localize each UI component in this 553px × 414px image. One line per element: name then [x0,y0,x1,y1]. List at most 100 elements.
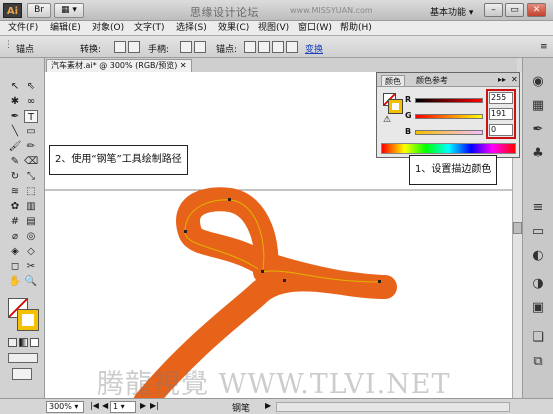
scroll-thumb[interactable] [513,222,522,234]
direct-selection-tool-icon[interactable]: ⇖ [24,80,38,93]
panel-close-icon[interactable]: ✕ [511,75,518,84]
scale-tool-icon[interactable]: ⤡ [24,170,38,183]
magic-wand-tool-icon[interactable]: ✱ [8,95,22,108]
close-tab-icon[interactable]: ✕ [180,61,187,70]
eyedropper-tool-icon[interactable]: ⌀ [8,230,22,243]
eraser-tool-icon[interactable]: ⌫ [24,155,38,168]
pen-tool-icon[interactable]: ✒ [8,110,22,123]
gradient-tool-icon[interactable]: ▤ [24,215,38,228]
menu-object[interactable]: 对象(O) [92,22,124,35]
panel-stroke-icon[interactable] [389,100,402,113]
gradient-mode-icon[interactable] [19,338,28,347]
prev-page-icon[interactable]: ◀ [102,401,108,410]
graph-tool-icon[interactable]: ▥ [24,200,38,213]
graphic-styles-icon[interactable]: ▣ [528,298,548,318]
status-menu-icon[interactable]: ▶ [265,401,271,410]
transform-link[interactable]: 变换 [305,42,323,55]
menu-help[interactable]: 帮助(H) [340,22,372,35]
channel-r-slider[interactable] [415,98,483,103]
slice-tool-icon[interactable]: ◇ [24,245,38,258]
panel-menu-icon[interactable]: ≡ [540,42,548,52]
menu-file[interactable]: 文件(F) [8,22,38,35]
transparency-icon[interactable]: ◐ [528,246,548,266]
drawing-mode-icon[interactable] [8,353,38,363]
brushes-icon[interactable]: ✒ [528,120,548,140]
stroke-swatch-icon[interactable] [18,310,38,330]
remove-anchor-icon[interactable] [244,41,256,53]
current-tool-label: 钢笔 [232,404,251,414]
anchor-point[interactable] [378,280,381,283]
live-paint-tool-icon[interactable]: ◈ [8,245,22,258]
blend-tool-icon[interactable]: ◎ [24,230,38,243]
symbol-sprayer-tool-icon[interactable]: ✿ [8,200,22,213]
screen-mode-icon[interactable] [12,368,32,380]
connect-anchor-icon[interactable] [258,41,270,53]
menu-select[interactable]: 选择(S) [176,22,207,35]
convert-smooth-icon[interactable] [128,41,140,53]
convert-corner-icon[interactable] [114,41,126,53]
color-spectrum[interactable] [381,143,516,154]
workspace-switcher[interactable]: 基本功能 ▾ [430,5,473,18]
type-tool-icon[interactable]: T [24,110,38,123]
document-tab-label: 汽车素材.ai* @ 300% (RGB/预览) [51,61,178,70]
paintbrush-tool-icon[interactable]: 🖌 [8,140,22,153]
menu-window[interactable]: 窗口(W) [298,22,332,35]
anchor-point[interactable] [228,198,231,201]
stroke-icon[interactable]: ≡ [528,198,548,218]
none-mode-icon[interactable] [30,338,39,347]
gradient-icon[interactable]: ▭ [528,222,548,242]
arrange-documents-button[interactable]: ▦ ▾ [54,3,84,18]
restore-button[interactable]: ▭ [505,3,524,17]
hide-handles-icon[interactable] [194,41,206,53]
line-tool-icon[interactable]: ╲ [8,125,22,138]
isolate-icon[interactable] [286,41,298,53]
symbols-icon[interactable]: ♣ [528,144,548,164]
next-page-icon[interactable]: ▶ [140,401,146,410]
artboards-icon[interactable]: ⧉ [528,352,548,372]
color-mode-icon[interactable] [8,338,17,347]
menu-type[interactable]: 文字(T) [134,22,165,35]
minimize-button[interactable]: – [484,3,503,17]
anchor-point[interactable] [184,230,187,233]
last-page-icon[interactable]: ▶| [150,401,159,410]
warp-tool-icon[interactable]: ≋ [8,185,22,198]
document-tab[interactable]: 汽车素材.ai* @ 300% (RGB/预览) ✕ [46,59,192,72]
menu-edit[interactable]: 编辑(E) [50,22,81,35]
rotate-tool-icon[interactable]: ↻ [8,170,22,183]
bridge-button[interactable]: Br [27,3,51,18]
channel-g-slider[interactable] [415,114,483,119]
scissors-tool-icon[interactable]: ✂ [24,260,38,273]
selection-tool-icon[interactable]: ↖ [8,80,22,93]
menu-view[interactable]: 视图(V) [258,22,289,35]
anchor-point[interactable] [283,279,286,282]
mesh-tool-icon[interactable]: # [8,215,22,228]
close-button[interactable]: ✕ [527,3,546,17]
lasso-tool-icon[interactable]: ∞ [24,95,38,108]
cut-path-icon[interactable] [272,41,284,53]
show-handles-icon[interactable] [180,41,192,53]
menu-effect[interactable]: 效果(C) [218,22,249,35]
blob-brush-tool-icon[interactable]: ✎ [8,155,22,168]
tab-color[interactable]: 颜色 [381,75,405,86]
layers-icon[interactable]: ❏ [528,328,548,348]
artboard-tool-icon[interactable]: ◻ [8,260,22,273]
anchor-point[interactable] [261,270,264,273]
tab-color-guide[interactable]: 颜色参考 [413,75,451,86]
hand-tool-icon[interactable]: ✋ [8,275,22,288]
horizontal-scrollbar[interactable] [276,402,510,412]
appearance-icon[interactable]: ◑ [528,274,548,294]
pencil-tool-icon[interactable]: ✏ [24,140,38,153]
swatches-icon[interactable]: ▦ [528,96,548,116]
channel-b-slider[interactable] [415,130,483,135]
zoom-field[interactable]: 300% ▾ [46,401,84,413]
first-page-icon[interactable]: |◀ [90,401,99,410]
app-logo: Ai [3,3,22,18]
color-panel-icon[interactable]: ◉ [528,72,548,92]
rectangle-tool-icon[interactable]: ▭ [24,125,38,138]
color-panel: 颜色 颜色参考 ▸▸ ✕ ⚠ R 255 G 191 B 0 [376,72,520,158]
page-field[interactable]: 1 ▾ [110,401,136,413]
zoom-tool-icon[interactable]: 🔍 [24,275,38,288]
free-transform-tool-icon[interactable]: ⬚ [24,185,38,198]
channel-g-label: G [405,111,412,120]
panel-collapse-icon[interactable]: ▸▸ [498,75,506,84]
